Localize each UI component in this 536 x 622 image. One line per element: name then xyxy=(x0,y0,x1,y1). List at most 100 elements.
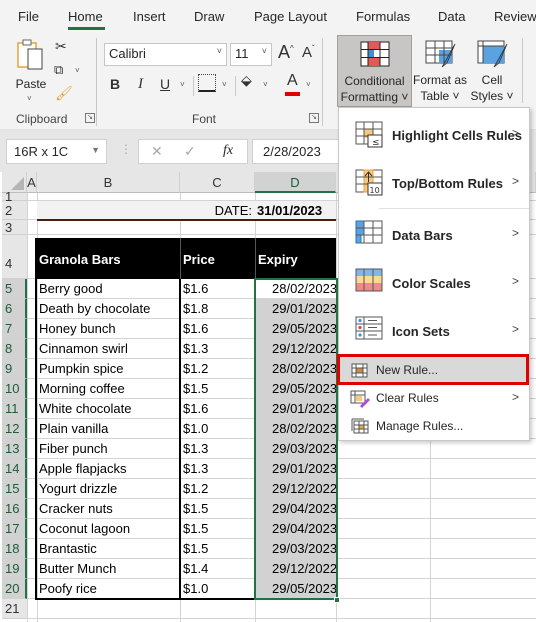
row-header-4[interactable]: 4 xyxy=(2,235,27,279)
cell-name[interactable]: Coconut lagoon xyxy=(39,521,177,536)
cancel-icon[interactable]: ✕ xyxy=(151,143,163,160)
cell-price[interactable]: $1.3 xyxy=(183,461,253,476)
row-header-13[interactable]: 13 xyxy=(2,439,27,459)
cell-name[interactable]: Apple flapjacks xyxy=(39,461,177,476)
tab-data[interactable]: Data xyxy=(438,9,465,24)
underline-button[interactable]: U xyxy=(160,76,170,92)
insert-function-icon[interactable]: fx xyxy=(223,143,233,159)
cell-price[interactable]: $1.5 xyxy=(183,501,253,516)
row-header-9[interactable]: 9 xyxy=(2,359,27,379)
cell-price[interactable]: $1.5 xyxy=(183,541,253,556)
row-header-5[interactable]: 5 xyxy=(2,279,27,299)
cell-styles-button[interactable]: Cell Styles ˅ xyxy=(467,35,517,107)
row-header-2[interactable]: 2 xyxy=(2,201,27,220)
column-header-d[interactable]: D xyxy=(255,172,336,193)
tab-review[interactable]: Review xyxy=(494,9,536,24)
row-header-3[interactable]: 3 xyxy=(2,220,27,235)
cell-name[interactable]: Brantastic xyxy=(39,541,177,556)
cell-price[interactable]: $1.6 xyxy=(183,281,253,296)
drag-handle-icon[interactable]: ⋮ xyxy=(120,142,132,156)
cell-name[interactable]: Butter Munch xyxy=(39,561,177,576)
tab-file[interactable]: File xyxy=(18,9,39,24)
cell-price[interactable]: $1.6 xyxy=(183,321,253,336)
cell-price[interactable]: $1.0 xyxy=(183,581,253,596)
row-header-14[interactable]: 14 xyxy=(2,459,27,479)
cell-price[interactable]: $1.6 xyxy=(183,401,253,416)
name-box[interactable]: 16R x 1C ▼ xyxy=(6,139,107,164)
cell-price[interactable]: $1.2 xyxy=(183,481,253,496)
tab-home[interactable]: Home xyxy=(68,9,103,24)
row-header-16[interactable]: 16 xyxy=(2,499,27,519)
font-launcher-icon[interactable]: ↘ xyxy=(309,113,319,123)
menu-item-color-scales[interactable]: Color Scales > xyxy=(339,259,529,305)
row-header-11[interactable]: 11 xyxy=(2,399,27,419)
bold-button[interactable]: B xyxy=(110,76,120,92)
cell-name[interactable]: Plain vanilla xyxy=(39,421,177,436)
cell-name[interactable]: Death by chocolate xyxy=(39,301,177,316)
chevron-down-icon[interactable]: ˅ xyxy=(75,66,80,75)
column-header-a[interactable]: A xyxy=(27,172,37,193)
row-header-19[interactable]: 19 xyxy=(2,559,27,579)
row-header-20[interactable]: 20 xyxy=(2,579,27,599)
cell-name[interactable]: Poofy rice xyxy=(39,581,177,596)
conditional-formatting-button[interactable]: Conditional Formatting ˅ xyxy=(337,35,412,107)
cut-icon[interactable]: ✂ xyxy=(55,38,67,55)
format-as-table-button[interactable]: Format as Table ˅ xyxy=(413,35,467,107)
format-painter-icon[interactable]: 🖌 xyxy=(55,85,73,102)
font-size-dropdown[interactable]: 11 ˅ xyxy=(230,43,272,66)
row-header-21[interactable]: 21 xyxy=(2,599,27,619)
tab-draw[interactable]: Draw xyxy=(194,9,224,24)
cell-name[interactable]: Berry good xyxy=(39,281,177,296)
cell-price[interactable]: $1.2 xyxy=(183,361,253,376)
cell-name[interactable]: Pumpkin spice xyxy=(39,361,177,376)
menu-item-data-bars[interactable]: Data Bars > xyxy=(339,211,529,257)
clipboard-launcher-icon[interactable]: ↘ xyxy=(85,113,95,123)
cell-price[interactable]: $1.8 xyxy=(183,301,253,316)
row-header-8[interactable]: 8 xyxy=(2,339,27,359)
tab-page-layout[interactable]: Page Layout xyxy=(254,9,327,24)
menu-item-top-bottom-rules[interactable]: 10 Top/Bottom Rules > xyxy=(339,160,529,206)
row-header-6[interactable]: 6 xyxy=(2,299,27,319)
chevron-down-icon[interactable]: ˅ xyxy=(263,80,268,89)
font-name-dropdown[interactable]: Calibri ˅ xyxy=(104,43,227,66)
cell-name[interactable]: Honey bunch xyxy=(39,321,177,336)
chevron-down-icon[interactable]: ˅ xyxy=(306,80,311,89)
cell-name[interactable]: White chocolate xyxy=(39,401,177,416)
tab-formulas[interactable]: Formulas xyxy=(356,9,410,24)
copy-icon[interactable]: ⧉ xyxy=(54,62,63,78)
column-header-b[interactable]: B xyxy=(37,172,180,193)
row-header-1[interactable]: 1 xyxy=(2,190,27,203)
menu-item-new-rule[interactable]: New Rule... xyxy=(339,357,529,384)
column-header-c[interactable]: C xyxy=(180,172,255,193)
cell-price[interactable]: $1.5 xyxy=(183,381,253,396)
tab-insert[interactable]: Insert xyxy=(133,9,166,24)
menu-item-icon-sets[interactable]: Icon Sets > xyxy=(339,307,529,353)
cell-name[interactable]: Yogurt drizzle xyxy=(39,481,177,496)
menu-item-highlight-cells-rules[interactable]: ≤ Highlight Cells Rules > xyxy=(339,112,529,158)
row-header-15[interactable]: 15 xyxy=(2,479,27,499)
cell-price[interactable]: $1.3 xyxy=(183,441,253,456)
row-header-18[interactable]: 18 xyxy=(2,539,27,559)
enter-icon[interactable]: ✓ xyxy=(184,143,196,160)
cell-price[interactable]: $1.0 xyxy=(183,421,253,436)
increase-font-size-button[interactable]: A^ xyxy=(278,42,294,63)
chevron-down-icon[interactable]: ˅ xyxy=(180,80,185,89)
font-color-button[interactable]: A xyxy=(287,72,298,90)
cell-name[interactable]: Cracker nuts xyxy=(39,501,177,516)
borders-icon[interactable] xyxy=(198,74,216,92)
menu-item-clear-rules[interactable]: Clear Rules > xyxy=(339,385,529,412)
row-header-7[interactable]: 7 xyxy=(2,319,27,339)
row-header-12[interactable]: 12 xyxy=(2,419,27,439)
fill-handle[interactable] xyxy=(334,597,340,603)
cell-name[interactable]: Morning coffee xyxy=(39,381,177,396)
chevron-down-icon[interactable]: ˅ xyxy=(222,80,227,89)
cell-price[interactable]: $1.5 xyxy=(183,521,253,536)
row-header-17[interactable]: 17 xyxy=(2,519,27,539)
cell-price[interactable]: $1.4 xyxy=(183,561,253,576)
cell-name[interactable]: Fiber punch xyxy=(39,441,177,456)
italic-button[interactable]: I xyxy=(138,76,143,93)
decrease-font-size-button[interactable]: Aˇ xyxy=(302,44,315,61)
menu-item-manage-rules[interactable]: Manage Rules... xyxy=(339,413,529,440)
cell-price[interactable]: $1.3 xyxy=(183,341,253,356)
fill-color-icon[interactable]: ⬙ xyxy=(241,72,252,89)
